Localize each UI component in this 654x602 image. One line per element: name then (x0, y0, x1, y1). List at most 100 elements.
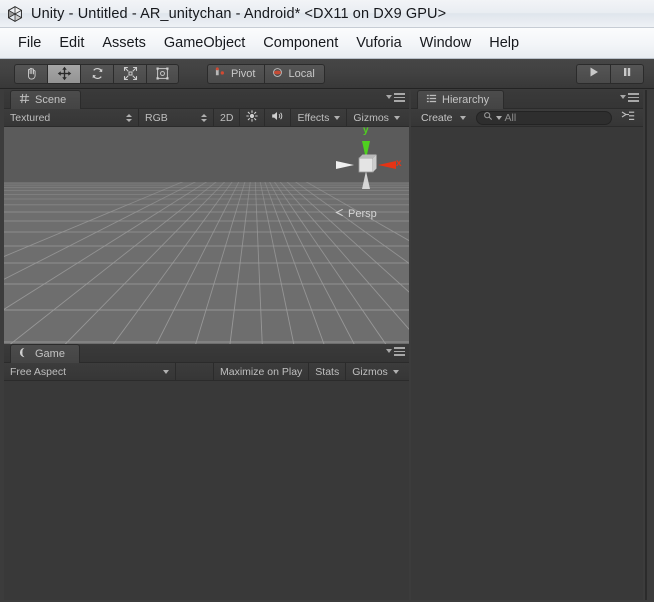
pivot-group: Pivot Local (207, 63, 325, 84)
move-tool-button[interactable] (47, 63, 80, 84)
game-aspect-label: Free Aspect (10, 365, 67, 378)
hand-icon (24, 66, 39, 81)
menu-component[interactable]: Component (254, 33, 347, 53)
tab-hierarchy[interactable]: Hierarchy (417, 90, 505, 109)
scene-render-mode-dropdown[interactable]: RGB (139, 108, 214, 127)
menu-help[interactable]: Help (480, 33, 528, 53)
game-stats-toggle[interactable]: Stats (309, 362, 347, 381)
scene-grid-icon (19, 93, 30, 107)
game-gizmos-label: Gizmos (352, 365, 388, 378)
scene-effects-dropdown[interactable]: Effects (291, 108, 348, 127)
hamburger-icon (394, 93, 405, 102)
sort-alphabetical-icon (621, 110, 635, 125)
gizmo-y-label: y (363, 127, 369, 136)
unity-logo-icon (6, 5, 24, 23)
rect-transform-icon (155, 66, 170, 81)
scene-toolbar: Textured RGB 2D Effects Gizmos (4, 108, 409, 127)
hierarchy-tree[interactable] (411, 127, 643, 600)
window-title: Unity - Untitled - AR_unitychan - Androi… (31, 5, 447, 22)
hierarchy-create-button[interactable]: Create (414, 110, 472, 126)
scene-render-mode-label: RGB (145, 111, 168, 124)
chevron-down-icon (334, 115, 341, 120)
menu-file[interactable]: File (9, 33, 50, 53)
hamburger-icon (394, 347, 405, 356)
hamburger-icon (628, 93, 639, 102)
game-tabrow: Game (4, 344, 409, 363)
chevron-down-icon (386, 95, 392, 100)
scene-effects-label: Effects (297, 111, 330, 124)
updown-arrows-icon (201, 113, 207, 122)
pause-button[interactable] (610, 63, 644, 84)
right-dock-divider[interactable] (645, 90, 647, 600)
tab-scene[interactable]: Scene (10, 90, 82, 109)
game-view-icon (19, 347, 30, 361)
local-rotation-icon (272, 67, 283, 81)
scene-projection-label[interactable]: Persp (335, 208, 377, 220)
hierarchy-search-placeholder: All (504, 111, 517, 124)
pivot-icon (215, 66, 226, 81)
tab-game-label: Game (35, 348, 65, 360)
scene-audio-toggle[interactable] (265, 108, 292, 127)
scene-2d-label: 2D (220, 111, 234, 124)
game-gizmos-dropdown[interactable]: Gizmos (346, 363, 405, 381)
scene-draw-mode-dropdown[interactable]: Textured (4, 108, 139, 127)
scene-panel-options-icon[interactable] (386, 93, 405, 102)
chevron-down-icon (393, 115, 400, 120)
local-toggle-button[interactable]: Local (264, 63, 325, 84)
scene-panel: Scene Textured RGB 2D Effects Gizmos y x… (4, 90, 409, 373)
hierarchy-create-label: Create (421, 111, 453, 124)
playback-controls (576, 63, 644, 84)
hierarchy-tabrow: Hierarchy (411, 90, 643, 109)
scene-2d-toggle[interactable]: 2D (214, 108, 241, 127)
scene-lighting-toggle[interactable] (240, 108, 266, 127)
rect-tool-button[interactable] (146, 63, 179, 84)
scene-draw-mode-label: Textured (10, 111, 51, 124)
chevron-down-icon (386, 349, 392, 354)
lock-arrow-icon (335, 208, 344, 220)
menu-edit[interactable]: Edit (50, 33, 93, 53)
rotate-tool-button[interactable] (80, 63, 113, 84)
chevron-down-icon (163, 369, 169, 374)
main-toolbar: Pivot Local (0, 59, 654, 89)
game-panel: Game Free Aspect Maximize on Play Stats (4, 344, 409, 600)
chevron-down-icon (495, 115, 502, 120)
menu-window[interactable]: Window (411, 33, 481, 53)
gizmo-x-label: x (396, 158, 402, 169)
game-spacer (176, 362, 214, 381)
game-viewport[interactable] (4, 381, 409, 600)
hierarchy-panel: Hierarchy Create All (411, 90, 643, 600)
hierarchy-sort-button[interactable] (616, 110, 640, 125)
menu-gameobject[interactable]: GameObject (155, 33, 254, 53)
hierarchy-toolbar: Create All (411, 109, 643, 127)
pivot-label: Pivot (231, 67, 256, 80)
scene-viewport[interactable]: y x Persp (4, 127, 409, 373)
scene-gizmos-label: Gizmos (353, 111, 389, 124)
scene-gizmos-dropdown[interactable]: Gizmos (347, 109, 406, 127)
game-stats-label: Stats (315, 365, 340, 378)
chevron-down-icon (620, 95, 626, 100)
hierarchy-panel-options-icon[interactable] (620, 93, 639, 102)
scene-projection-text: Persp (348, 208, 377, 220)
pause-icon (621, 65, 633, 83)
scale-tool-button[interactable] (113, 63, 146, 84)
local-label: Local (288, 67, 315, 80)
menu-vuforia[interactable]: Vuforia (347, 33, 410, 53)
game-panel-options-icon[interactable] (386, 347, 405, 356)
tab-game[interactable]: Game (10, 344, 80, 363)
menu-assets[interactable]: Assets (93, 33, 155, 53)
rotate-icon (90, 66, 105, 81)
hierarchy-search-input[interactable]: All (475, 110, 612, 125)
editor-body: Pivot Local Scene Textured RGB 2D Effect… (0, 59, 654, 602)
tab-scene-label: Scene (35, 94, 67, 106)
scene-axis-gizmo[interactable]: y x (320, 127, 408, 205)
pivot-toggle-button[interactable]: Pivot (207, 63, 265, 84)
audio-speaker-icon (271, 110, 284, 125)
chevron-down-icon (459, 115, 466, 120)
search-icon (483, 111, 493, 124)
unity-editor-window: Unity - Untitled - AR_unitychan - Androi… (0, 0, 654, 602)
game-aspect-dropdown[interactable]: Free Aspect (4, 362, 176, 381)
menu-bar: File Edit Assets GameObject Component Vu… (0, 28, 654, 59)
game-maximize-on-play-toggle[interactable]: Maximize on Play (214, 362, 310, 381)
play-button[interactable] (576, 63, 610, 84)
hand-tool-button[interactable] (14, 63, 47, 84)
